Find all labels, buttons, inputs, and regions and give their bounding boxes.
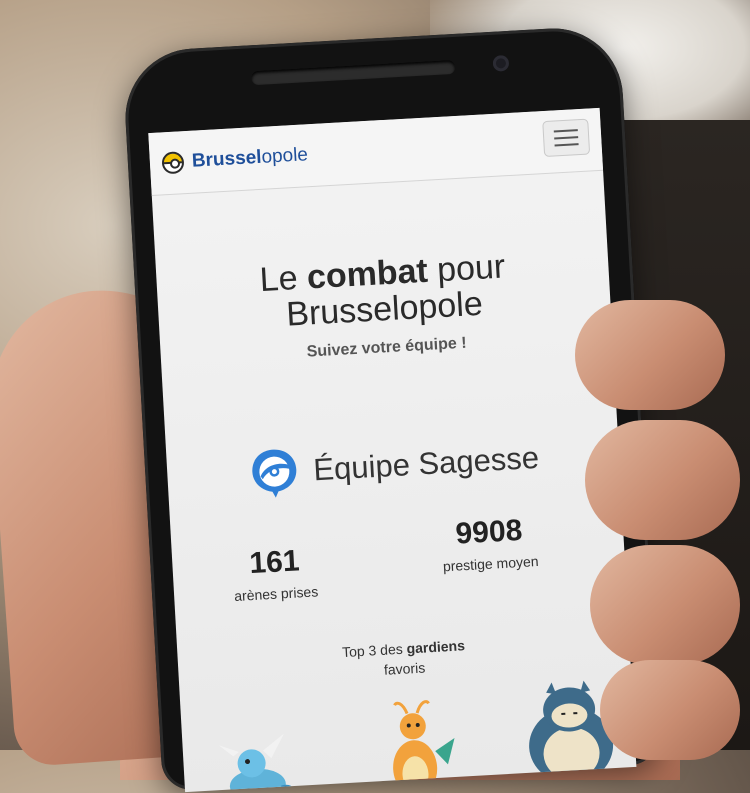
brand-link[interactable]: Brusselopole xyxy=(161,144,309,175)
brand-name-bold: Brussel xyxy=(191,146,263,172)
hand-finger xyxy=(590,545,740,665)
team-stats: 161 arènes prises 9908 prestige moyen xyxy=(170,498,628,643)
team-mystic-icon xyxy=(246,444,303,501)
hand-finger xyxy=(585,420,740,540)
stat-prestige-label: prestige moyen xyxy=(442,553,539,575)
hand-finger xyxy=(575,300,725,410)
top3-suffix: favoris xyxy=(383,659,426,678)
hero-title-part2: pour xyxy=(426,247,507,290)
team-header: Équipe Sagesse xyxy=(166,426,620,505)
top3-prefix: Top 3 des xyxy=(341,640,408,661)
stat-gyms: 161 arènes prises xyxy=(232,543,319,604)
hamburger-icon-line xyxy=(554,136,579,140)
hero: Le combat pour Brusselopole Suivez votre… xyxy=(156,243,613,370)
vaporeon-icon xyxy=(210,723,305,793)
brand-name: Brusselopole xyxy=(191,144,308,172)
team-name: Équipe Sagesse xyxy=(312,439,540,488)
hamburger-icon xyxy=(553,129,578,133)
stat-gyms-value: 161 xyxy=(248,544,301,581)
stat-prestige-value: 9908 xyxy=(454,513,524,551)
stat-gyms-label: arènes prises xyxy=(233,583,319,605)
phone-screen: Brusselopole Le combat pour Brusselopole… xyxy=(148,107,637,793)
top3-bold: gardiens xyxy=(406,637,466,657)
menu-toggle-button[interactable] xyxy=(542,118,591,158)
stat-prestige: 9908 prestige moyen xyxy=(440,513,539,575)
navbar: Brusselopole xyxy=(148,107,604,197)
brand-name-rest: opole xyxy=(260,144,309,168)
hero-title: Le combat pour Brusselopole xyxy=(156,243,611,340)
hand-finger xyxy=(600,660,740,760)
pokeball-icon xyxy=(161,151,185,175)
hamburger-icon-line xyxy=(554,143,579,147)
phone-camera xyxy=(492,54,510,72)
hero-title-part1: Le xyxy=(258,258,309,300)
phone-speaker xyxy=(250,59,456,86)
phone: Brusselopole Le combat pour Brusselopole… xyxy=(121,24,661,793)
dragonite-icon xyxy=(366,694,462,793)
